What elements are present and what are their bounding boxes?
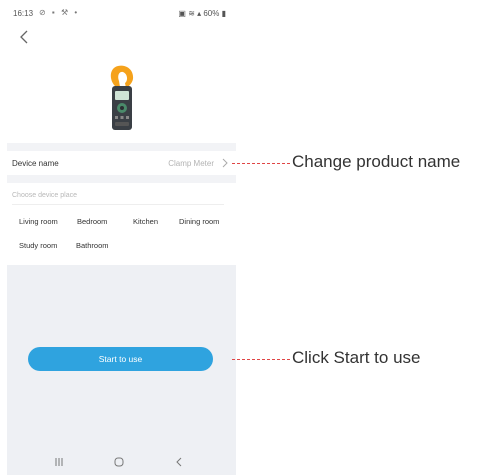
- navigation-bar: [7, 450, 236, 475]
- chevron-left-icon: [20, 30, 28, 44]
- room-option-bedroom[interactable]: Bedroom: [77, 217, 107, 226]
- device-name-value: Clamp Meter: [168, 159, 214, 168]
- room-option-dining-room[interactable]: Dining room: [179, 217, 219, 226]
- system-status-icons: ▣ ≋ ▴ 60% ▮: [178, 9, 226, 18]
- notification-icons: ⊘ ▪ ⚒ •: [39, 8, 80, 17]
- divider: [12, 204, 224, 205]
- annotation-change-name: Change product name: [292, 152, 461, 171]
- room-option-living-room[interactable]: Living room: [19, 217, 58, 226]
- status-bar: 16:13 ⊘ ▪ ⚒ • ▣ ≋ ▴ 60% ▮: [7, 0, 236, 24]
- recent-apps-icon[interactable]: [54, 457, 64, 467]
- device-name-row[interactable]: Device name Clamp Meter: [7, 151, 236, 175]
- room-option-bathroom[interactable]: Bathroom: [76, 241, 109, 250]
- back-button[interactable]: [16, 28, 32, 46]
- start-to-use-button[interactable]: Start to use: [28, 347, 213, 371]
- leader-line: [232, 359, 290, 360]
- status-time: 16:13: [13, 9, 34, 18]
- phone-screen: 16:13 ⊘ ▪ ⚒ • ▣ ≋ ▴ 60% ▮ Device name Cl…: [7, 0, 236, 475]
- chevron-right-icon: [222, 158, 228, 168]
- clamp-meter-icon: [110, 65, 134, 130]
- room-option-kitchen[interactable]: Kitchen: [133, 217, 158, 226]
- annotation-start-use: Click Start to use: [292, 348, 421, 367]
- home-icon[interactable]: [114, 457, 124, 467]
- place-header: Choose device place: [12, 192, 77, 199]
- leader-line: [232, 163, 290, 164]
- device-place-section: Choose device place Living room Bedroom …: [7, 183, 236, 265]
- section-gap: [7, 143, 236, 151]
- room-option-study-room[interactable]: Study room: [19, 241, 57, 250]
- section-gap: [7, 175, 236, 183]
- back-icon[interactable]: [175, 457, 183, 467]
- device-name-label: Device name: [12, 159, 59, 168]
